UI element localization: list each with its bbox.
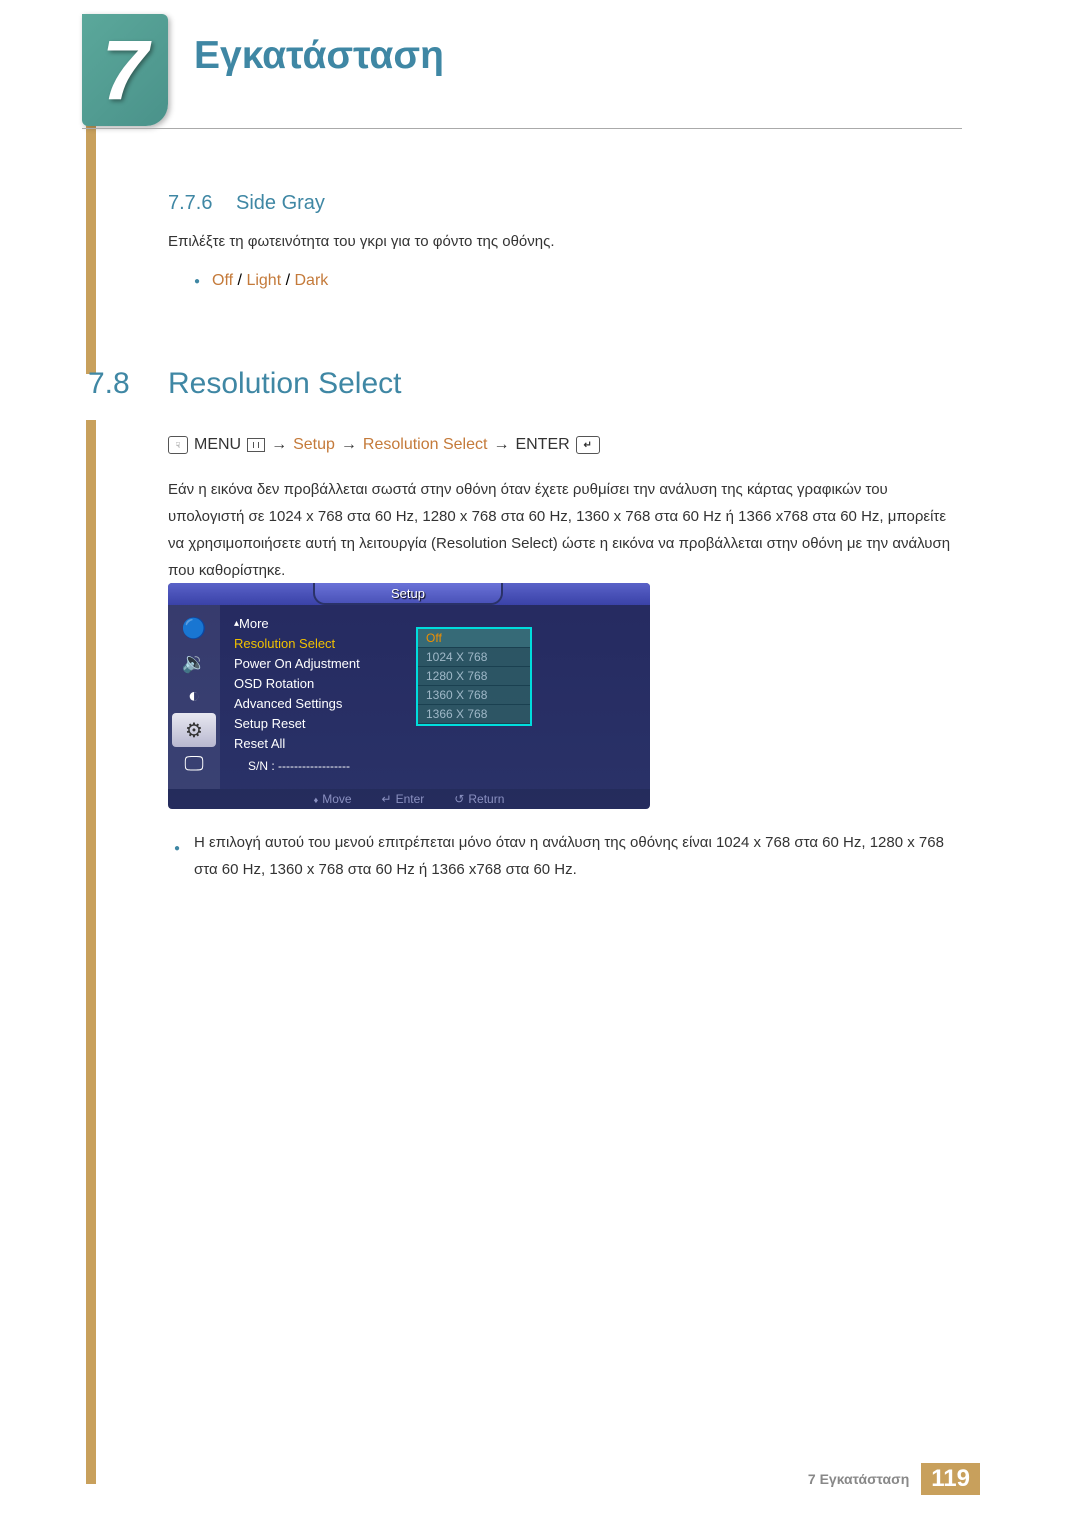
section-title-776: Side Gray	[236, 192, 325, 215]
arrow-icon: →	[271, 436, 287, 454]
remote-hand-icon: ☟	[168, 436, 188, 454]
enter-key-icon: ↵	[576, 436, 600, 454]
footer-page-number: 119	[921, 1463, 980, 1495]
chapter-number: 7	[102, 22, 149, 119]
arrow-icon: →	[341, 436, 357, 454]
section-78-note: ● Η επιλογή αυτού του μενού επιτρέπεται …	[194, 829, 970, 883]
osd-body: 🔵 🔉 ◐ ⚙ 🖵 More Resolution Select Power O…	[168, 605, 650, 789]
header-divider	[82, 128, 962, 129]
option-off: Off	[212, 272, 233, 289]
section-number-776: 7.7.6	[168, 192, 212, 215]
footer-chapter-label: 7 Εγκατάσταση	[808, 1471, 909, 1487]
osd-option-1280: 1280 X 768	[418, 667, 530, 686]
osd-hint-enter: Enter	[382, 792, 425, 806]
option-dark: Dark	[294, 272, 328, 289]
options-text: Off / Light / Dark	[212, 272, 328, 290]
osd-icon-picture: 🔵	[168, 611, 220, 645]
menu-bars-icon	[247, 438, 265, 452]
osd-screenshot: Setup 🔵 🔉 ◐ ⚙ 🖵 More Resolution Select P…	[168, 583, 650, 809]
left-margin-strip	[86, 14, 96, 1484]
page-footer: 7 Εγκατάσταση 119	[86, 1463, 980, 1495]
osd-titlebar: Setup	[168, 583, 650, 605]
osd-option-1366: 1366 X 768	[418, 705, 530, 724]
section-78-paragraph: Εάν η εικόνα δεν προβάλλεται σωστά στην …	[168, 476, 960, 584]
menu-navigation-path: ☟ MENU → Setup → Resolution Select → ENT…	[168, 436, 600, 454]
osd-title-tab: Setup	[313, 583, 503, 605]
note-text: Η επιλογή αυτού του μενού επιτρέπεται μό…	[194, 834, 944, 878]
osd-item-reset-all: Reset All	[234, 733, 650, 753]
document-page: 7 Εγκατάσταση 7.7.6 Side Gray Επιλέξτε τ…	[0, 0, 1080, 1527]
section-number-78: 7.8	[88, 367, 130, 401]
osd-icon-setup: ⚙	[172, 713, 216, 747]
option-light: Light	[246, 272, 281, 289]
osd-resolution-options: Off 1024 X 768 1280 X 768 1360 X 768 136…	[416, 627, 532, 726]
osd-icon-sound: 🔉	[168, 645, 220, 679]
sn-value: ------------------	[278, 759, 350, 773]
chapter-number-tab: 7	[82, 14, 168, 126]
nav-enter: ENTER	[515, 436, 569, 454]
nav-menu: MENU	[194, 436, 241, 454]
osd-footer-hints: Move Enter Return	[168, 789, 650, 809]
section-title-78: Resolution Select	[168, 367, 401, 401]
bullet-dot-icon: ●	[194, 276, 200, 287]
osd-option-1024: 1024 X 768	[418, 648, 530, 667]
sn-label: S/N :	[248, 759, 275, 773]
chapter-title: Εγκατάσταση	[194, 34, 444, 78]
section-776-description: Επιλέξτε τη φωτεινότητα του γκρι για το …	[168, 233, 555, 250]
osd-menu-list: More Resolution Select Power On Adjustme…	[220, 605, 650, 789]
osd-icon-multi: 🖵	[168, 747, 220, 781]
nav-setup: Setup	[293, 436, 335, 454]
osd-sidebar: 🔵 🔉 ◐ ⚙ 🖵	[168, 605, 220, 789]
nav-resolution-select: Resolution Select	[363, 436, 488, 454]
arrow-icon: →	[493, 436, 509, 454]
osd-option-off: Off	[418, 629, 530, 648]
bullet-dot-icon: ●	[174, 835, 180, 862]
osd-hint-move: Move	[314, 792, 352, 806]
osd-option-1360: 1360 X 768	[418, 686, 530, 705]
osd-serial-number: S/N : ------------------	[234, 759, 650, 773]
side-gray-options: ● Off / Light / Dark	[194, 272, 328, 290]
osd-hint-return: Return	[454, 792, 504, 806]
osd-icon-brightness: ◐	[168, 679, 220, 713]
